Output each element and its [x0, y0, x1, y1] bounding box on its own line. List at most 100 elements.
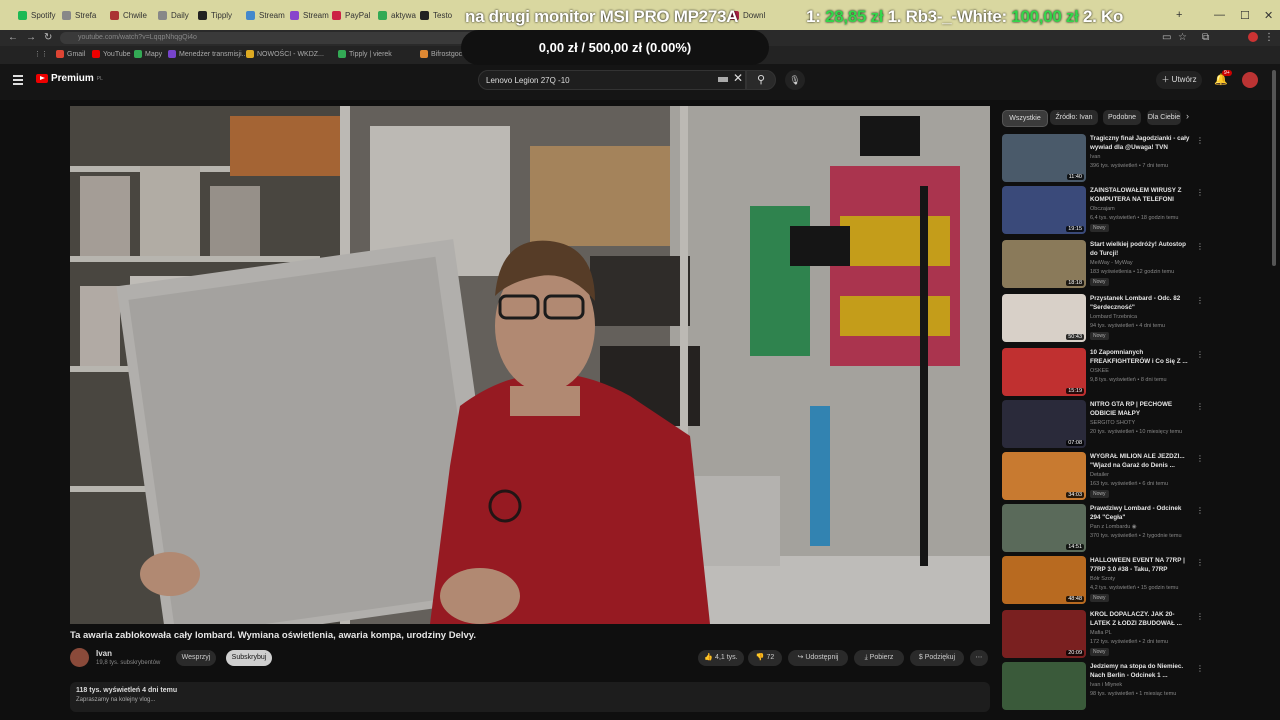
bookmark-item[interactable]: Gmail: [56, 50, 85, 58]
more-options-icon[interactable]: ⋮: [1196, 664, 1204, 673]
minimize-icon[interactable]: —: [1214, 9, 1225, 21]
more-options-icon[interactable]: ⋮: [1196, 188, 1204, 197]
recommendation-title[interactable]: Start wielkiej podróży! Autostop do Turc…: [1090, 241, 1190, 258]
youtube-premium-logo[interactable]: Premium PL: [36, 73, 103, 84]
browser-tab[interactable]: Testo: [420, 7, 460, 23]
like-button[interactable]: 👍 4,1 tys.: [698, 650, 744, 666]
url-field[interactable]: youtube.com/watch?v=LqqpNhqgQi4o: [60, 32, 498, 44]
recommendation-title[interactable]: Przystanek Lombard - Odc. 82 "Serdecznoś…: [1090, 295, 1190, 312]
bookmark-item[interactable]: Mapy: [134, 50, 162, 58]
recommendation-channel[interactable]: Lombard Trzebnica: [1090, 314, 1137, 320]
browser-tab[interactable]: Tipply: [198, 7, 238, 23]
browser-tab[interactable]: Stream: [246, 7, 286, 23]
video-thumbnail[interactable]: 18:18: [1002, 240, 1086, 288]
recommendation-item[interactable]: 19:15 ZAINSTALOWAŁEM WIRUSY Z KOMPUTERA N…: [1002, 186, 1204, 236]
recommendation-channel[interactable]: Detailer: [1090, 472, 1109, 478]
reload-icon[interactable]: ↻: [44, 32, 52, 43]
filter-chip[interactable]: Podobne: [1103, 110, 1141, 125]
filter-chip[interactable]: Wszystkie: [1002, 110, 1048, 127]
chevron-right-icon[interactable]: ›: [1186, 111, 1189, 121]
recommendation-item[interactable]: 11:40 Tragiczny finał Jagodzianki - cały …: [1002, 134, 1204, 184]
browser-tab[interactable]: Spotify: [18, 7, 58, 23]
clear-search-icon[interactable]: ✕: [733, 71, 743, 85]
more-options-icon[interactable]: ⋮: [1196, 136, 1204, 145]
browser-menu-icon[interactable]: ⋮: [1264, 32, 1274, 43]
channel-name[interactable]: Ivan: [96, 649, 112, 658]
more-options-icon[interactable]: ⋮: [1196, 558, 1204, 567]
recommendation-title[interactable]: NITRO GTA RP | PECHOWE ODBICIE MAŁPY: [1090, 401, 1190, 418]
download-button[interactable]: ⤓ Pobierz: [854, 650, 904, 666]
more-options-icon[interactable]: ⋮: [1196, 454, 1204, 463]
video-thumbnail[interactable]: 48:48: [1002, 556, 1086, 604]
video-thumbnail[interactable]: [1002, 662, 1086, 710]
extensions-icon[interactable]: ⧉: [1202, 32, 1209, 43]
more-options-icon[interactable]: ⋮: [1196, 402, 1204, 411]
recommendation-channel[interactable]: Mafia PL: [1090, 630, 1112, 636]
browser-tab[interactable]: Strefa: [62, 7, 102, 23]
page-scrollbar[interactable]: [1272, 70, 1276, 266]
voice-search-icon[interactable]: 🎙: [785, 70, 805, 90]
recommendation-item[interactable]: Jedziemy na stopa do Niemiec. Nach Berli…: [1002, 662, 1204, 712]
recommendation-channel[interactable]: Obczajam: [1090, 206, 1115, 212]
recommendation-channel[interactable]: MeiWay - MyWay: [1090, 260, 1133, 266]
channel-avatar[interactable]: [70, 648, 89, 667]
more-options-icon[interactable]: ⋮: [1196, 350, 1204, 359]
more-options-icon[interactable]: ⋮: [1196, 296, 1204, 305]
recommendation-channel[interactable]: OSKEE: [1090, 368, 1109, 374]
recommendation-channel[interactable]: Ivan: [1090, 154, 1100, 160]
recommendation-title[interactable]: KRÓL DOPALACZY. JAK 20-LATEK Z ŁODZI ZBU…: [1090, 611, 1190, 628]
share-button[interactable]: ↪ Udostępnij: [788, 650, 848, 666]
back-icon[interactable]: ←: [8, 32, 18, 43]
video-thumbnail[interactable]: 11:40: [1002, 134, 1086, 182]
video-thumbnail[interactable]: 20:09: [1002, 610, 1086, 658]
search-button[interactable]: ⚲: [746, 70, 776, 90]
forward-icon[interactable]: →: [26, 32, 36, 43]
recommendation-title[interactable]: ZAINSTALOWAŁEM WIRUSY Z KOMPUTERA NA TEL…: [1090, 187, 1190, 204]
cast-icon[interactable]: ▭: [1162, 32, 1171, 43]
recommendation-channel[interactable]: Ivan i Młynek: [1090, 682, 1122, 688]
create-button[interactable]: ＋ Utwórz: [1156, 71, 1202, 89]
more-options-icon[interactable]: ⋮: [1196, 506, 1204, 515]
bookmark-item[interactable]: Menedżer transmisji...: [168, 50, 247, 58]
bookmark-star-icon[interactable]: ☆: [1178, 32, 1187, 43]
video-thumbnail[interactable]: 14:51: [1002, 504, 1086, 552]
menu-icon[interactable]: [13, 75, 23, 87]
bookmark-item[interactable]: NOWOŚCI - WKDZ...: [246, 50, 324, 58]
recommendation-channel[interactable]: SERGITO SHOTY: [1090, 420, 1135, 426]
more-options-icon[interactable]: ⋮: [1196, 242, 1204, 251]
recommendation-item[interactable]: 15:19 10 Zapomnianych FREAKFIGHTERÓW i Co…: [1002, 348, 1204, 398]
recommendation-item[interactable]: 14:51 Prawdziwy Lombard - Odcinek 294 "Ce…: [1002, 504, 1204, 554]
dislike-button[interactable]: 👎 72: [748, 650, 782, 666]
bookmark-item[interactable]: YouTube: [92, 50, 131, 58]
recommendation-item[interactable]: 20:09 KRÓL DOPALACZY. JAK 20-LATEK Z ŁODZ…: [1002, 610, 1204, 660]
recommendation-title[interactable]: 10 Zapomnianych FREAKFIGHTERÓW i Co Się …: [1090, 349, 1190, 366]
browser-tab[interactable]: Chwile: [110, 7, 150, 23]
recommendation-item[interactable]: 18:18 Start wielkiej podróży! Autostop do…: [1002, 240, 1204, 290]
subscribe-button[interactable]: Subskrybuj: [226, 650, 272, 666]
search-input[interactable]: Lenovo Legion 27Q -10: [478, 70, 746, 90]
account-avatar[interactable]: [1242, 72, 1258, 88]
video-thumbnail[interactable]: 34:03: [1002, 452, 1086, 500]
recommendation-item[interactable]: 50:43 Przystanek Lombard - Odc. 82 "Serde…: [1002, 294, 1204, 344]
recommendation-item[interactable]: 48:48 HALLOWEEN EVENT NA 77RP | 77RP 3.0 …: [1002, 556, 1204, 606]
new-tab-button[interactable]: +: [1176, 9, 1182, 21]
video-thumbnail[interactable]: 15:19: [1002, 348, 1086, 396]
bookmark-item[interactable]: Tipply | vierek: [338, 50, 392, 58]
apps-grid-icon[interactable]: ⋮⋮: [34, 50, 48, 58]
recommendation-item[interactable]: 34:03 WYGRAŁ MILION ALE JEŹDZI... "Wjazd …: [1002, 452, 1204, 502]
browser-tab[interactable]: PayPal: [332, 7, 372, 23]
more-actions-button[interactable]: ⋯: [970, 650, 988, 666]
recommendation-title[interactable]: Jedziemy na stopa do Niemiec. Nach Berli…: [1090, 663, 1190, 680]
recommendation-item[interactable]: 07:08 NITRO GTA RP | PECHOWE ODBICIE MAŁP…: [1002, 400, 1204, 450]
filter-chip[interactable]: Źródło: Ivan: [1050, 110, 1098, 125]
filter-chip[interactable]: Dla Ciebie: [1147, 110, 1181, 125]
recommendation-channel[interactable]: Bółr Szoty: [1090, 576, 1115, 582]
recommendation-channel[interactable]: Pan z Lombardu ◉: [1090, 524, 1137, 530]
recommendation-title[interactable]: Prawdziwy Lombard - Odcinek 294 "Cegła": [1090, 505, 1190, 522]
keyboard-icon[interactable]: [718, 77, 728, 82]
video-thumbnail[interactable]: 50:43: [1002, 294, 1086, 342]
close-window-icon[interactable]: ✕: [1264, 9, 1273, 22]
support-button[interactable]: Wesprzyj: [176, 650, 216, 666]
recommendation-title[interactable]: Tragiczny finał Jagodzianki - cały wywia…: [1090, 135, 1190, 152]
video-thumbnail[interactable]: 19:15: [1002, 186, 1086, 234]
